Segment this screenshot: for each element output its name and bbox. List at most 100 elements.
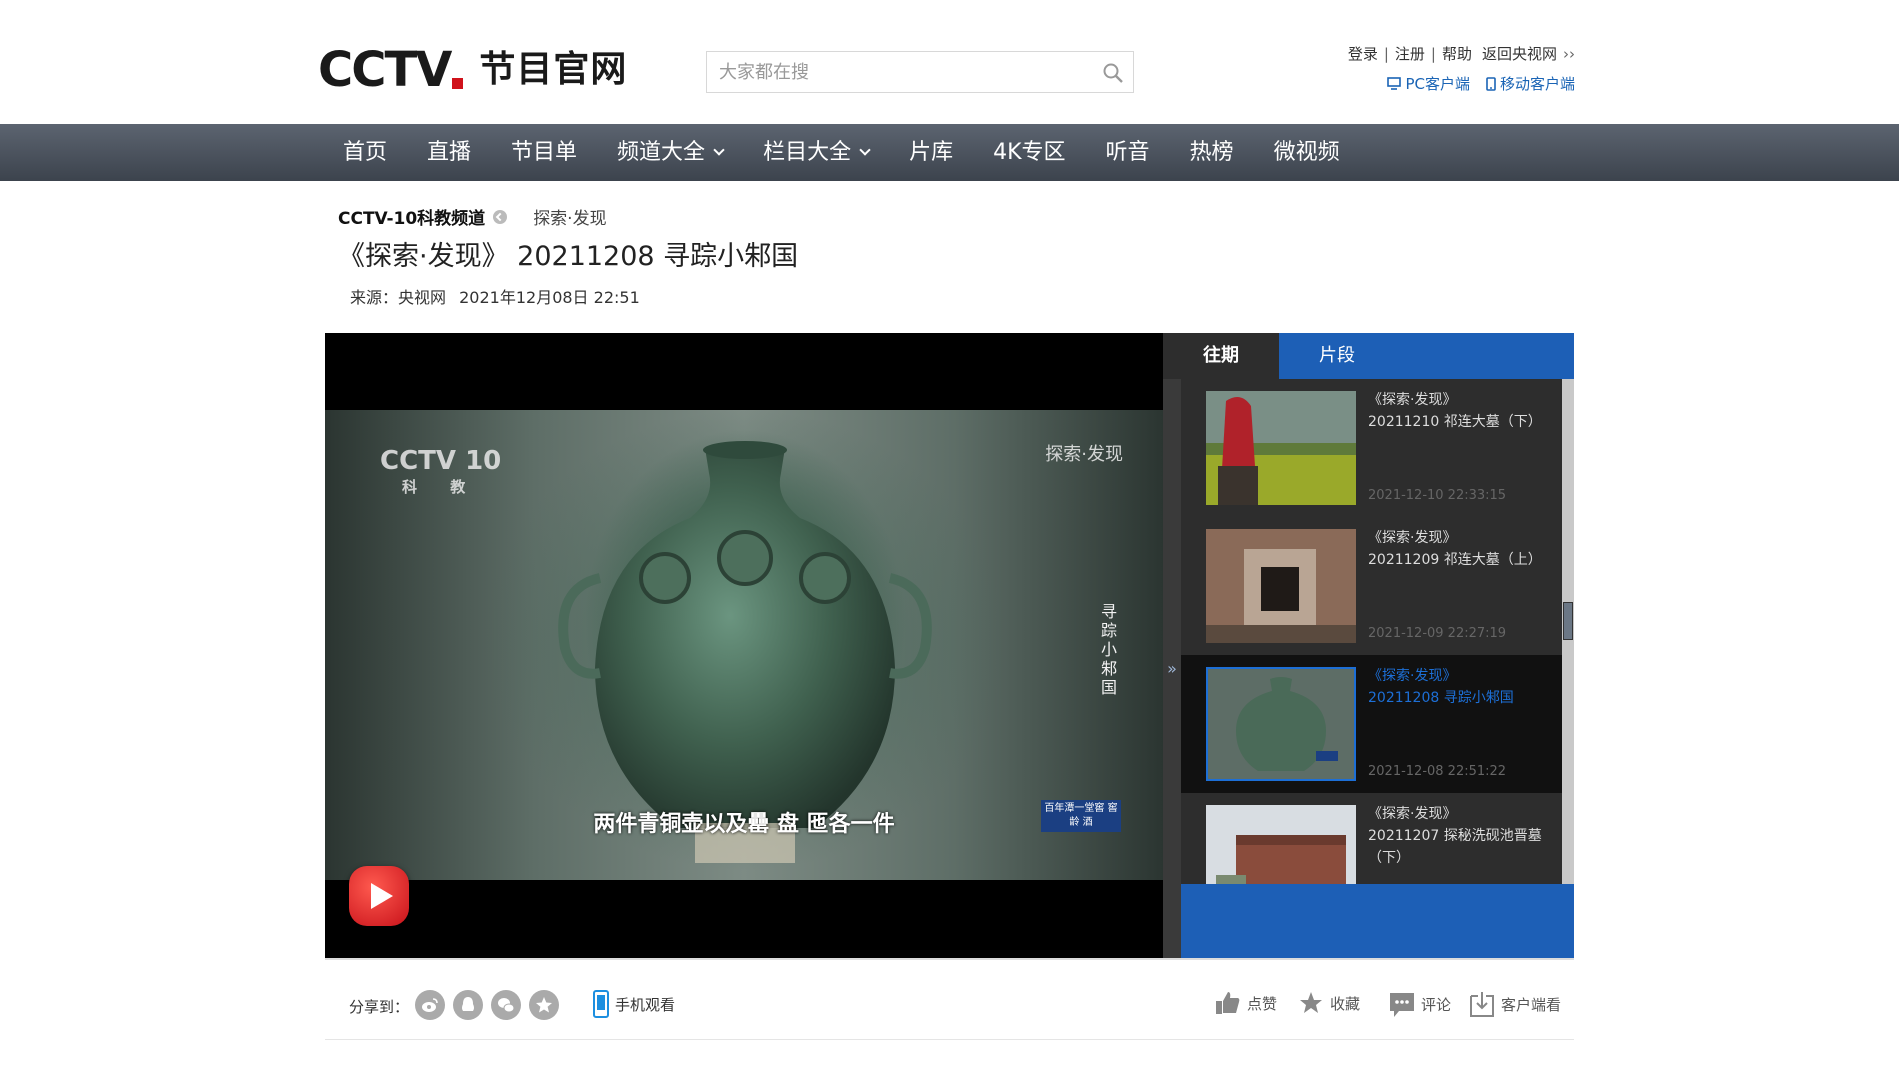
- nav-item-audio[interactable]: 听音: [1086, 124, 1170, 181]
- chevron-left-icon: [493, 209, 508, 224]
- nav-item-library[interactable]: 片库: [889, 124, 973, 181]
- nav-label: 栏目大全: [763, 140, 852, 165]
- nav-label: 直播: [427, 140, 472, 165]
- program-watermark: 探索·发现: [1045, 444, 1123, 465]
- chevron-down-icon: [713, 144, 725, 156]
- phone-icon: [593, 990, 609, 1018]
- thumbs-up-icon: [1216, 992, 1240, 1014]
- mobile-client-label: 移动客户端: [1499, 75, 1575, 93]
- page-title: 《探索·发现》 20211208 寻踪小邾国: [338, 241, 799, 272]
- list-item-active[interactable]: 《探索·发现》 20211208 寻踪小邾国 2021-12-08 22:51:…: [1181, 655, 1562, 793]
- separator: |: [1383, 45, 1389, 63]
- nav-item-channels[interactable]: 频道大全: [597, 124, 743, 181]
- client-links: PC客户端 移动客户端: [1387, 73, 1575, 94]
- episode-thumbnail[interactable]: [1206, 391, 1356, 505]
- collapse-sidebar-icon[interactable]: »: [1163, 379, 1181, 958]
- comment-button[interactable]: 评论: [1389, 990, 1451, 1018]
- bronze-vase-image: [558, 441, 932, 863]
- nav-label: 首页: [343, 140, 388, 165]
- episode-thumbnail[interactable]: [1206, 529, 1356, 643]
- episode-time: 2021-12-10 22:33:15: [1368, 488, 1507, 503]
- weibo-icon[interactable]: [415, 990, 445, 1020]
- nav-item-hot[interactable]: 热榜: [1170, 124, 1254, 181]
- channel-link[interactable]: CCTV-10科教频道: [338, 204, 485, 229]
- sidebar-bottom-panel: [1181, 884, 1574, 958]
- episode-series: 《探索·发现》: [1368, 668, 1457, 684]
- scrollbar-thumb[interactable]: [1563, 602, 1573, 640]
- nav-item-micro-video[interactable]: 微视频: [1254, 124, 1360, 181]
- client-watch-button[interactable]: 客户端看: [1469, 990, 1561, 1018]
- nav-item-4k[interactable]: 4K专区: [973, 124, 1085, 181]
- qzone-star-icon[interactable]: [529, 990, 559, 1020]
- episode-thumbnail[interactable]: [1206, 805, 1356, 884]
- mobile-watch-link[interactable]: 手机观看: [593, 990, 675, 1018]
- help-link[interactable]: 帮助: [1442, 45, 1472, 63]
- register-link[interactable]: 注册: [1395, 45, 1425, 63]
- video-frame[interactable]: CCTV 10 科 教 探索·发现 寻踪小邾国 两件青铜壶以及罍 盘 匜各一件 …: [325, 410, 1163, 880]
- wechat-icon[interactable]: [491, 990, 521, 1020]
- episode-title[interactable]: 20211209 祁连大墓（上）: [1368, 549, 1546, 571]
- list-item[interactable]: 《探索·发现》 20211209 祁连大墓（上） 2021-12-09 22:2…: [1181, 517, 1562, 655]
- channel-watermark-sub: 科 教: [402, 478, 480, 496]
- episode-title[interactable]: 20211207 探秘洗砚池晋墓（下）: [1368, 825, 1546, 869]
- search-box: [706, 51, 1134, 93]
- article-meta: 来源：央视网 2021年12月08日 22:51: [350, 284, 640, 308]
- publish-date: 2021年12月08日 22:51: [459, 288, 640, 307]
- sidebar-tabs: 往期 片段: [1163, 333, 1574, 379]
- double-chevron-right-icon: ››: [1563, 45, 1575, 63]
- back-to-cntv-link[interactable]: 返回央视网: [1482, 45, 1557, 63]
- like-button[interactable]: 点赞: [1215, 990, 1277, 1016]
- channel-watermark-text: CCTV 10: [380, 446, 502, 476]
- chevron-down-icon: [859, 144, 871, 156]
- nav-item-schedule[interactable]: 节目单: [491, 124, 597, 181]
- monitor-icon: [1387, 77, 1402, 90]
- episode-title[interactable]: 20211210 祁连大墓（下）: [1368, 411, 1546, 433]
- source-text: 来源：央视网: [350, 288, 447, 307]
- column-link[interactable]: 探索·发现: [533, 204, 606, 229]
- episode-series: 《探索·发现》: [1368, 392, 1457, 408]
- mobile-watch-label: 手机观看: [615, 995, 676, 1014]
- login-link[interactable]: 登录: [1348, 45, 1378, 63]
- share-label: 分享到：: [349, 998, 410, 1016]
- nav-item-live[interactable]: 直播: [407, 124, 491, 181]
- episode-time: 2021-12-09 22:27:19: [1368, 626, 1507, 641]
- breadcrumb: CCTV-10科教频道 探索·发现: [338, 204, 607, 229]
- nav-item-home[interactable]: 首页: [323, 124, 407, 181]
- mobile-client-link[interactable]: 移动客户端: [1486, 73, 1575, 94]
- comment-icon: [1390, 993, 1414, 1017]
- tab-clips[interactable]: 片段: [1279, 333, 1395, 379]
- episode-thumbnail[interactable]: [1206, 667, 1356, 781]
- cctv-logo[interactable]: CCTV 节目官网: [318, 46, 627, 94]
- logo-red-dot: [452, 77, 464, 89]
- nav-label: 片库: [909, 140, 954, 165]
- nav-label: 热榜: [1189, 140, 1234, 165]
- list-item[interactable]: 《探索·发现》 20211210 祁连大墓（下） 2021-12-10 22:3…: [1181, 379, 1562, 517]
- list-item[interactable]: 《探索·发现》 20211207 探秘洗砚池晋墓（下）: [1181, 793, 1562, 884]
- share-bar: 分享到： 手机观看 点赞 收藏 评论 客户端看: [325, 958, 1574, 1040]
- search-input[interactable]: [707, 52, 1077, 92]
- episode-list: 《探索·发现》 20211210 祁连大墓（下） 2021-12-10 22:3…: [1181, 379, 1562, 884]
- channel-watermark: CCTV 10 科 教: [380, 448, 501, 495]
- episode-list-scrollbar[interactable]: [1562, 379, 1574, 884]
- tab-past-episodes[interactable]: 往期: [1163, 333, 1279, 379]
- pc-client-link[interactable]: PC客户端: [1387, 73, 1470, 94]
- favorite-button[interactable]: 收藏: [1298, 990, 1360, 1016]
- site-header: CCTV 节目官网 登录 | 注册 | 帮助返回央视网 ›› PC客户端 移动客户端: [0, 0, 1899, 124]
- favorite-label: 收藏: [1330, 994, 1361, 1013]
- episode-title[interactable]: 20211208 寻踪小邾国: [1368, 687, 1546, 709]
- video-player[interactable]: CCTV 10 科 教 探索·发现 寻踪小邾国 两件青铜壶以及罍 盘 匜各一件 …: [325, 333, 1163, 958]
- episode-sidebar: 往期 片段 » 《探索·发现》 20211210 祁连大墓（下） 2021-12…: [1163, 333, 1574, 958]
- episode-time: 2021-12-08 22:51:22: [1368, 764, 1507, 779]
- search-icon[interactable]: [1101, 61, 1125, 85]
- nav-label: 节目单: [511, 140, 578, 165]
- client-watch-label: 客户端看: [1501, 995, 1562, 1014]
- top-links: 登录 | 注册 | 帮助 返回央视网 ››: [1348, 43, 1575, 64]
- nav-item-columns[interactable]: 栏目大全: [743, 124, 889, 181]
- nav-label: 频道大全: [617, 140, 706, 165]
- episode-series: 《探索·发现》: [1368, 806, 1457, 822]
- play-button-icon[interactable]: [349, 866, 409, 926]
- star-icon: [1300, 992, 1322, 1013]
- ad-badge: 百年潭一堂窖 窖 龄 酒: [1041, 800, 1121, 832]
- main-nav: 首页 直播 节目单 频道大全 栏目大全 片库 4K专区 听音 热榜 微视频: [0, 124, 1899, 181]
- qq-icon[interactable]: [453, 990, 483, 1020]
